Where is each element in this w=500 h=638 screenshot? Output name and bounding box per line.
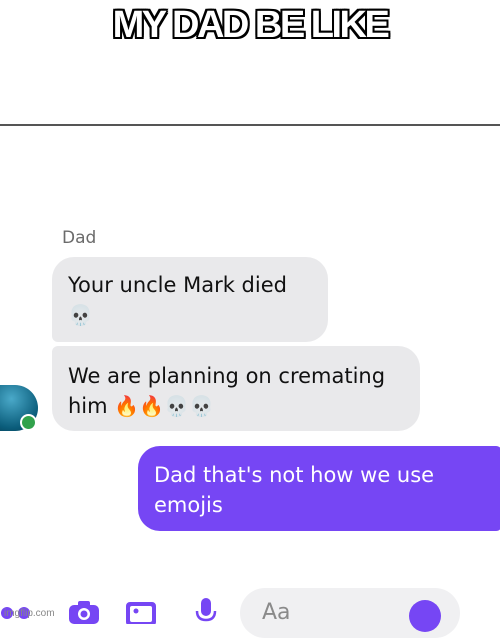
message-text: Dad that's not how we use emojis bbox=[154, 463, 435, 517]
meme-caption: MY DAD BE LIKE bbox=[112, 3, 391, 47]
message-text: Your uncle Mark died bbox=[68, 273, 287, 297]
emoji-icon[interactable] bbox=[409, 600, 441, 632]
message-text-continued: him bbox=[68, 394, 108, 418]
message-text: We are planning on cremating bbox=[68, 364, 386, 388]
watermark: imgflip.com bbox=[4, 608, 55, 619]
sender-name: Dad bbox=[62, 228, 97, 248]
incoming-message[interactable]: Your uncle Mark died 💀 bbox=[52, 257, 328, 342]
outgoing-message[interactable]: Dad that's not how we use emojis bbox=[138, 446, 500, 531]
online-indicator bbox=[20, 414, 37, 431]
camera-icon[interactable] bbox=[68, 600, 100, 624]
message-emojis: 💀 bbox=[68, 303, 93, 327]
input-placeholder: Aa bbox=[262, 600, 291, 625]
incoming-message[interactable]: We are planning on cremating him 🔥🔥💀💀 bbox=[52, 346, 420, 431]
divider bbox=[0, 124, 500, 126]
gallery-icon[interactable] bbox=[124, 600, 158, 624]
mic-icon[interactable] bbox=[193, 598, 219, 624]
message-emojis: 🔥🔥💀💀 bbox=[114, 394, 214, 418]
